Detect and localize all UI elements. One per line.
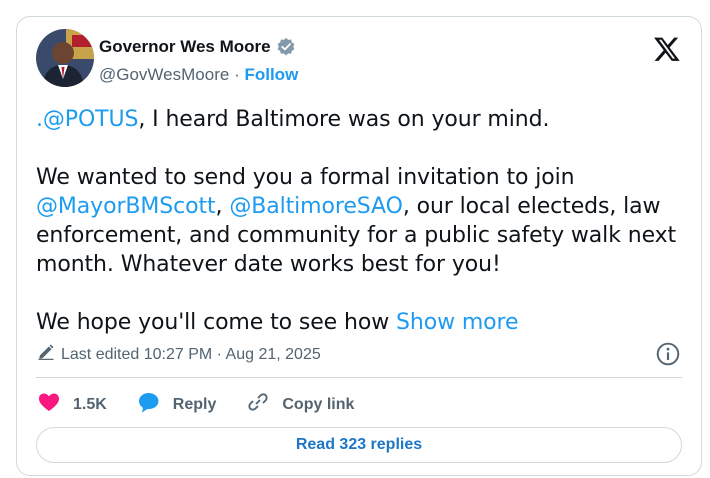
read-replies-label: Read 323 replies [295,436,423,453]
divider [36,377,682,378]
tweet-text-span: , I heard Baltimore was on your mind. [138,107,550,132]
tweet-text-span: We wanted to send you a formal invitatio… [36,165,575,190]
info-icon[interactable] [655,341,681,367]
tweet-body: .@POTUS, I heard Baltimore was on your m… [36,105,686,337]
mention-mayorbmscott[interactable]: @MayorBMScott [36,194,216,219]
reply-bubble-icon [137,390,161,419]
copy-link-label: Copy link [282,395,355,413]
pencil-icon [37,343,55,366]
avatar-image [36,29,94,87]
tweet-card: Governor Wes Moore @GovWesMoore · Follow… [16,16,702,476]
x-logo-icon[interactable] [653,35,681,63]
follow-button[interactable]: Follow [244,65,298,84]
tweet-text-span: We hope you'll come to see how [36,310,396,335]
edited-label: Last edited 10:27 PM · Aug 21, 2025 [61,345,321,363]
tweet-text-span: , [215,194,230,219]
author-name-row: Governor Wes Moore [99,37,296,57]
mention-baltimoresao[interactable]: @BaltimoreSAO [229,194,403,219]
copy-link-button[interactable]: Copy link [246,390,354,419]
verified-badge-icon [276,37,296,57]
reply-label: Reply [172,395,217,413]
read-replies-button[interactable]: Read 323 replies [36,427,682,463]
like-count: 1.5K [73,395,107,413]
tweet-paragraph-3: We hope you'll come to see how Show more [36,308,686,337]
author-handle[interactable]: @GovWesMoore [99,65,229,84]
edited-timestamp-row[interactable]: Last edited 10:27 PM · Aug 21, 2025 [37,343,321,366]
tweet-paragraph-1: .@POTUS, I heard Baltimore was on your m… [36,105,686,134]
mention-potus[interactable]: .@POTUS [36,107,138,132]
author-name[interactable]: Governor Wes Moore [99,37,271,57]
show-more-link[interactable]: Show more [396,310,519,335]
avatar[interactable] [36,29,94,87]
action-bar: 1.5K Reply Copy link [37,390,384,419]
link-icon [246,390,270,419]
reply-button[interactable]: Reply [137,390,217,419]
heart-icon [37,390,61,419]
tweet-paragraph-2: We wanted to send you a formal invitatio… [36,163,686,279]
separator-dot: · [234,65,240,84]
like-button[interactable]: 1.5K [37,390,107,419]
author-handle-row: @GovWesMoore · Follow [99,65,298,85]
